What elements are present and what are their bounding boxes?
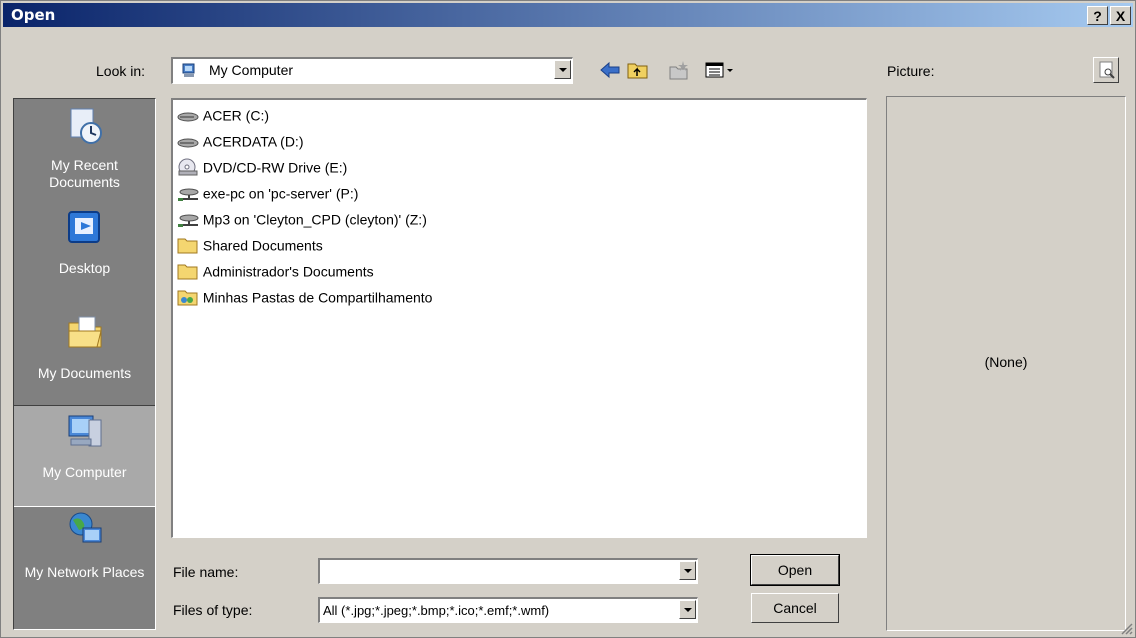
my-computer-small-icon bbox=[182, 63, 195, 77]
file-type-select[interactable]: All (*.jpg;*.jpeg;*.bmp;*.ico;*.emf;*.wm… bbox=[318, 597, 698, 623]
file-type-value: All (*.jpg;*.jpeg;*.bmp;*.ico;*.emf;*.wm… bbox=[323, 603, 550, 618]
file-name-dropdown-button[interactable] bbox=[679, 561, 696, 580]
places-bar: My Recent Documents Desktop My Documents bbox=[13, 98, 156, 630]
preview-none-text: (None) bbox=[984, 354, 1028, 370]
file-item-mp3[interactable]: Mp3 on 'Cleyton_CPD (cleyton)' (Z:) bbox=[177, 210, 427, 232]
file-name-label: File name: bbox=[173, 564, 239, 580]
place-my-computer[interactable]: My Computer bbox=[14, 405, 155, 507]
file-item-label: Minhas Pastas de Compartilhamento bbox=[202, 289, 433, 306]
file-item-label: ACERDATA (D:) bbox=[202, 133, 304, 150]
place-my-recent-documents[interactable]: My Recent Documents bbox=[14, 99, 155, 197]
open-button-label: Open bbox=[777, 562, 813, 578]
file-item-acerdata-d[interactable]: ACERDATA (D:) bbox=[177, 132, 304, 154]
dvd-drive-icon bbox=[178, 158, 198, 176]
place-label: My Computer bbox=[42, 464, 127, 480]
look-in-dropdown-button[interactable] bbox=[554, 60, 571, 79]
open-dialog: Open ? X Look in: My Computer Picture: M… bbox=[0, 0, 1136, 638]
file-list[interactable]: ACER (C:) ACERDATA (D:) DVD/CD-RW Drive … bbox=[171, 98, 867, 538]
hard-drive-icon bbox=[177, 138, 199, 148]
place-my-network-places[interactable]: My Network Places bbox=[14, 506, 155, 606]
file-item-label: Mp3 on 'Cleyton_CPD (cleyton)' (Z:) bbox=[202, 211, 427, 228]
file-item-acer-c[interactable]: ACER (C:) bbox=[177, 106, 269, 128]
preview-toggle-button[interactable] bbox=[1093, 57, 1119, 83]
help-button[interactable]: ? bbox=[1087, 6, 1108, 25]
recent-documents-icon bbox=[70, 108, 102, 144]
file-item-minhas-pastas[interactable]: Minhas Pastas de Compartilhamento bbox=[177, 288, 432, 310]
open-button[interactable]: Open bbox=[750, 554, 840, 586]
folder-icon bbox=[177, 264, 198, 280]
place-label: Desktop bbox=[58, 260, 111, 276]
file-item-administrador-documents[interactable]: Administrador's Documents bbox=[177, 262, 374, 284]
look-in-value: My Computer bbox=[209, 62, 294, 78]
file-name-combo bbox=[318, 558, 698, 584]
place-my-documents[interactable]: My Documents bbox=[14, 305, 155, 405]
preview-icon bbox=[1099, 61, 1115, 79]
preview-pane: (None) bbox=[886, 96, 1126, 631]
network-places-icon bbox=[69, 512, 101, 543]
picture-label: Picture: bbox=[887, 63, 935, 79]
cancel-button-label: Cancel bbox=[773, 600, 817, 616]
back-icon[interactable] bbox=[598, 59, 622, 81]
place-desktop[interactable]: Desktop bbox=[14, 204, 155, 302]
close-button[interactable]: X bbox=[1110, 6, 1131, 25]
place-label: My Network Places bbox=[24, 564, 145, 580]
new-folder-icon[interactable] bbox=[667, 59, 691, 81]
look-in-combo[interactable]: My Computer bbox=[171, 57, 573, 84]
file-item-dvd-drive[interactable]: DVD/CD-RW Drive (E:) bbox=[177, 158, 347, 180]
network-drive-icon bbox=[178, 188, 199, 202]
folder-icon bbox=[177, 238, 198, 254]
shared-folder-icon bbox=[177, 290, 198, 306]
file-item-exe-pc[interactable]: exe-pc on 'pc-server' (P:) bbox=[177, 184, 358, 206]
file-item-label: ACER (C:) bbox=[202, 107, 270, 124]
my-computer-icon bbox=[68, 415, 101, 447]
file-item-label: DVD/CD-RW Drive (E:) bbox=[202, 159, 348, 176]
help-label: ? bbox=[1093, 8, 1102, 24]
file-type-dropdown-button[interactable] bbox=[679, 600, 696, 619]
place-label: My Documents bbox=[37, 365, 132, 381]
close-label: X bbox=[1115, 8, 1126, 24]
file-item-label: Shared Documents bbox=[202, 237, 323, 254]
hard-drive-icon bbox=[177, 112, 199, 122]
my-documents-icon bbox=[68, 316, 102, 348]
file-name-input[interactable] bbox=[322, 561, 676, 581]
views-menu-icon[interactable] bbox=[704, 59, 738, 81]
file-item-shared-documents[interactable]: Shared Documents bbox=[177, 236, 323, 258]
look-in-label: Look in: bbox=[96, 63, 146, 79]
resize-grip-icon[interactable] bbox=[1119, 621, 1133, 635]
file-type-label: Files of type: bbox=[173, 602, 253, 618]
title-bar: Open ? X bbox=[3, 3, 1133, 27]
file-item-label: exe-pc on 'pc-server' (P:) bbox=[202, 185, 359, 202]
network-drive-icon bbox=[178, 214, 199, 228]
cancel-button[interactable]: Cancel bbox=[751, 593, 839, 623]
up-folder-icon[interactable] bbox=[626, 59, 650, 81]
desktop-icon bbox=[67, 211, 100, 243]
place-label: My Recent Documents bbox=[49, 157, 120, 190]
file-item-label: Administrador's Documents bbox=[202, 263, 374, 280]
dialog-title: Open bbox=[11, 6, 56, 24]
